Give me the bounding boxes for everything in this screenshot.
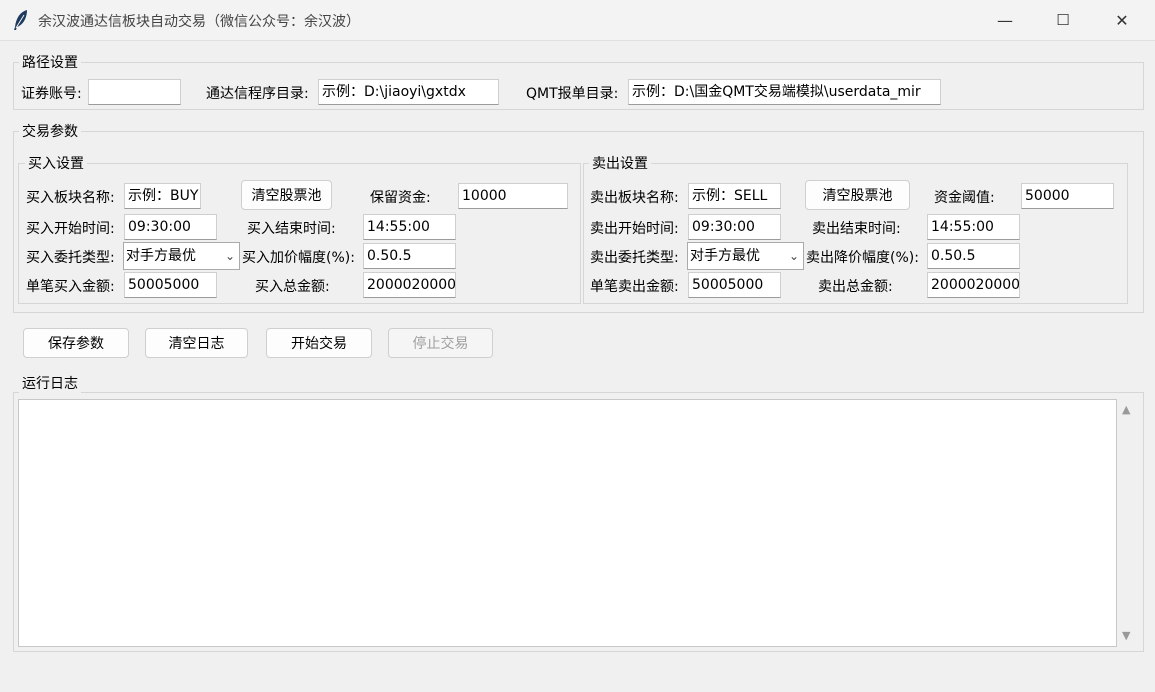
buy-single-amount-label: 单笔买入金额:	[26, 279, 115, 295]
sell-end-time-label: 卖出结束时间:	[812, 221, 901, 237]
scroll-down-icon[interactable]: ▼	[1122, 629, 1130, 642]
buy-clear-pool-button[interactable]: 清空股票池	[241, 180, 332, 210]
trade-params-label: 交易参数	[19, 121, 81, 141]
buy-settings-label: 买入设置	[25, 153, 87, 173]
buy-end-time-label: 买入结束时间:	[247, 221, 336, 237]
funds-threshold-label: 资金阈值:	[934, 190, 995, 206]
log-scrollbar[interactable]: ▲ ▼	[1118, 399, 1138, 647]
chevron-down-icon: ⌄	[224, 249, 235, 263]
reserve-funds-input[interactable]: 10000	[458, 183, 568, 209]
funds-threshold-input[interactable]: 50000	[1021, 183, 1114, 209]
sell-markdown-input[interactable]: 0.50.5	[927, 243, 1020, 269]
minimize-button[interactable]: —	[976, 0, 1034, 40]
sell-start-time-label: 卖出开始时间:	[590, 221, 679, 237]
account-input[interactable]	[88, 79, 181, 105]
sell-markdown-label: 卖出降价幅度(%):	[806, 250, 919, 266]
buy-end-time-input[interactable]: 14:55:00	[363, 214, 456, 240]
close-button[interactable]: ✕	[1093, 0, 1151, 40]
path-settings-label: 路径设置	[19, 52, 81, 72]
buy-start-time-input[interactable]: 09:30:00	[124, 214, 217, 240]
feather-app-icon	[14, 10, 27, 30]
buy-markup-label: 买入加价幅度(%):	[242, 250, 355, 266]
buy-total-amount-label: 买入总金额:	[255, 279, 330, 295]
sell-single-amount-input[interactable]: 50005000	[688, 272, 781, 298]
reserve-funds-label: 保留资金:	[370, 190, 431, 206]
buy-start-time-label: 买入开始时间:	[26, 221, 115, 237]
sell-settings-label: 卖出设置	[589, 153, 651, 173]
sell-clear-pool-button[interactable]: 清空股票池	[805, 180, 910, 210]
sell-total-amount-label: 卖出总金额:	[818, 279, 893, 295]
sell-order-type-value: 对手方最优	[690, 248, 760, 264]
qmt-dir-label: QMT报单目录:	[526, 86, 619, 102]
window-title: 余汉波通达信板块自动交易（微信公众号：余汉波）	[38, 14, 360, 30]
buy-order-type-value: 对手方最优	[126, 248, 196, 264]
maximize-button[interactable]: ☐	[1034, 0, 1092, 40]
tdx-dir-input[interactable]: 示例：D:\jiaoyi\gxtdx	[318, 79, 499, 105]
sell-order-type-label: 卖出委托类型:	[590, 250, 679, 266]
account-label: 证券账号:	[21, 86, 82, 102]
buy-total-amount-input[interactable]: 2000020000	[363, 272, 456, 298]
sell-total-amount-input[interactable]: 2000020000	[927, 272, 1020, 298]
sell-order-type-select[interactable]: 对手方最优 ⌄	[687, 242, 804, 270]
clear-log-button[interactable]: 清空日志	[145, 328, 248, 358]
buy-block-label: 买入板块名称:	[26, 190, 115, 206]
sell-single-amount-label: 单笔卖出金额:	[590, 279, 679, 295]
buy-order-type-label: 买入委托类型:	[26, 250, 115, 266]
chevron-down-icon: ⌄	[788, 249, 799, 263]
buy-markup-input[interactable]: 0.50.5	[363, 243, 456, 269]
log-textarea[interactable]	[18, 399, 1117, 647]
buy-single-amount-input[interactable]: 50005000	[124, 272, 217, 298]
qmt-dir-input[interactable]: 示例：D:\国金QMT交易端模拟\userdata_mir	[628, 79, 941, 105]
sell-end-time-input[interactable]: 14:55:00	[927, 214, 1020, 240]
tdx-dir-label: 通达信程序目录:	[206, 86, 309, 102]
scroll-up-icon[interactable]: ▲	[1122, 403, 1130, 416]
title-bar: 余汉波通达信板块自动交易（微信公众号：余汉波） — ☐ ✕	[0, 0, 1155, 41]
save-params-button[interactable]: 保存参数	[23, 328, 129, 358]
buy-order-type-select[interactable]: 对手方最优 ⌄	[123, 242, 240, 270]
sell-start-time-input[interactable]: 09:30:00	[688, 214, 781, 240]
buy-block-input[interactable]: 示例：BUY	[124, 183, 201, 209]
start-trading-button[interactable]: 开始交易	[266, 328, 372, 358]
stop-trading-button[interactable]: 停止交易	[388, 328, 493, 358]
log-label: 运行日志	[19, 373, 81, 393]
sell-block-label: 卖出板块名称:	[590, 190, 679, 206]
sell-block-input[interactable]: 示例：SELL	[688, 183, 781, 209]
